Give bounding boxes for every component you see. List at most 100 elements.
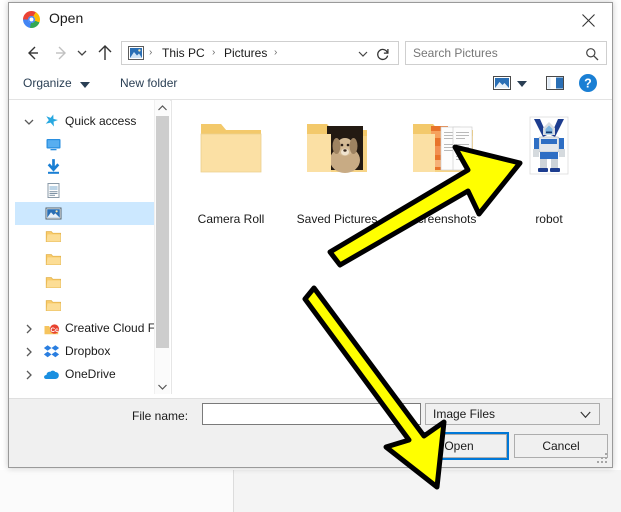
arrow-up-icon[interactable] bbox=[93, 41, 117, 65]
folder-icon bbox=[45, 277, 61, 288]
file-tile-label: Saved Pictures bbox=[296, 212, 378, 226]
navigation-bar: › This PC › Pictures › Search Pictures bbox=[9, 37, 612, 69]
dropbox-icon bbox=[43, 345, 60, 358]
organize-button[interactable]: Organize bbox=[23, 76, 72, 90]
cancel-button[interactable]: Cancel bbox=[514, 434, 608, 458]
sidebar-item-downloads[interactable] bbox=[15, 156, 161, 179]
scroll-up-glyph bbox=[158, 104, 167, 110]
chevron-right-icon[interactable] bbox=[24, 370, 34, 380]
back-glyph bbox=[28, 46, 38, 60]
robot-image-icon bbox=[529, 116, 569, 175]
scrollbar-thumb[interactable] bbox=[156, 116, 169, 348]
sidebar-item-folder[interactable] bbox=[15, 225, 161, 248]
empty-folder-icon bbox=[200, 124, 262, 173]
file-type-chevron-down-icon bbox=[580, 411, 591, 419]
folder-icon bbox=[45, 231, 61, 242]
sidebar-item-dropbox[interactable]: Dropbox bbox=[15, 340, 161, 363]
breadcrumb-pictures[interactable]: Pictures bbox=[224, 46, 267, 60]
dialog-titlebar[interactable]: Open bbox=[9, 3, 612, 37]
file-tile[interactable]: Screenshots bbox=[390, 112, 496, 228]
file-tile[interactable]: robot bbox=[496, 112, 602, 228]
arrow-right-icon[interactable] bbox=[49, 41, 73, 65]
organize-chevron-down-icon[interactable] bbox=[80, 82, 90, 89]
close-icon[interactable] bbox=[566, 3, 612, 36]
folder-icon bbox=[45, 300, 61, 311]
file-tile[interactable]: Camera Roll bbox=[178, 112, 284, 228]
sidebar-item-folder[interactable] bbox=[15, 294, 161, 317]
background-left-panel bbox=[0, 470, 233, 512]
view-chevron-down-icon[interactable] bbox=[517, 81, 527, 88]
dialog-footer: File name: Image Files Open Cancel bbox=[9, 398, 612, 467]
documents-photo-icon bbox=[413, 124, 473, 172]
chrome-icon bbox=[23, 11, 40, 28]
sidebar-item-onedrive[interactable]: OneDrive bbox=[15, 363, 161, 386]
file-tile-label: Screenshots bbox=[409, 212, 477, 226]
address-bar[interactable]: › This PC › Pictures › bbox=[121, 41, 399, 65]
up-glyph bbox=[98, 45, 112, 60]
background-right-panel bbox=[234, 470, 621, 512]
sidebar-item-label: Dropbox bbox=[65, 344, 111, 358]
resize-grip-icon[interactable] bbox=[596, 452, 608, 464]
sidebar-item-quick-access[interactable]: Quick access bbox=[15, 110, 161, 133]
sidebar-item-documents[interactable] bbox=[15, 179, 161, 202]
chevron-down-icon[interactable] bbox=[24, 117, 34, 127]
help-icon[interactable]: ? bbox=[578, 73, 598, 93]
onedrive-icon bbox=[44, 370, 59, 379]
sidebar-item-folder[interactable] bbox=[15, 271, 161, 294]
sidebar-item-creative-cloud-fil[interactable]: Cc Creative Cloud Fil bbox=[15, 317, 161, 340]
navigation-tree: Quick access Cc Creative Cloud Fil Dropbox O… bbox=[15, 100, 161, 386]
new-folder-button[interactable]: New folder bbox=[120, 76, 177, 90]
navigation-pane-scrollbar[interactable] bbox=[154, 100, 170, 394]
search-icon bbox=[586, 48, 599, 61]
sidebar-item-label: OneDrive bbox=[65, 367, 116, 381]
scroll-up-chevron-icon[interactable] bbox=[155, 100, 170, 115]
breadcrumb-separator-1: › bbox=[212, 47, 216, 58]
command-bar: Organize New folder ? bbox=[9, 69, 612, 100]
arrow-left-icon[interactable] bbox=[21, 41, 45, 65]
address-chevron-down-icon[interactable] bbox=[356, 48, 370, 60]
preview-pane-icon[interactable] bbox=[545, 74, 565, 92]
recent-locations-chevron-down-icon[interactable] bbox=[73, 41, 91, 65]
close-glyph bbox=[582, 14, 595, 27]
file-tile-label: Camera Roll bbox=[197, 212, 265, 226]
sidebar-item-folder[interactable] bbox=[15, 248, 161, 271]
search-input[interactable]: Search Pictures bbox=[405, 41, 607, 65]
sidebar-item-label: Creative Cloud Fil bbox=[65, 321, 161, 335]
breadcrumb-this-pc[interactable]: This PC bbox=[162, 46, 205, 60]
file-tile[interactable]: Saved Pictures bbox=[284, 112, 390, 228]
svg-text:?: ? bbox=[584, 77, 592, 91]
scroll-down-glyph bbox=[158, 384, 167, 390]
sidebar-item-desktop[interactable] bbox=[15, 133, 161, 156]
file-type-dropdown[interactable]: Image Files bbox=[425, 403, 600, 425]
breadcrumb-separator-0: › bbox=[149, 47, 153, 58]
refresh-icon[interactable] bbox=[375, 46, 391, 62]
folder-icon bbox=[45, 254, 61, 265]
star-pin-icon bbox=[45, 114, 58, 127]
breadcrumb-separator-2: › bbox=[274, 47, 278, 58]
file-name-label: File name: bbox=[132, 409, 189, 423]
sidebar-item-label: Quick access bbox=[65, 114, 137, 128]
chevron-right-icon[interactable] bbox=[24, 324, 34, 334]
pictures-folder-icon bbox=[128, 46, 144, 60]
scroll-down-chevron-icon[interactable] bbox=[155, 379, 170, 394]
desktop-icon bbox=[46, 139, 61, 151]
chevron-right-icon[interactable] bbox=[24, 347, 34, 357]
view-layout-icon[interactable] bbox=[492, 74, 512, 92]
navigation-pane: Quick access Cc Creative Cloud Fil Dropbox O… bbox=[15, 100, 161, 394]
forward-glyph bbox=[56, 46, 66, 60]
file-type-value: Image Files bbox=[433, 407, 496, 421]
open-file-dialog: Open › This PC › Pictures › Search Pictu… bbox=[8, 2, 613, 468]
pictures-icon bbox=[45, 207, 62, 220]
recent-glyph bbox=[77, 50, 87, 56]
creative-cloud-icon: Cc bbox=[44, 324, 60, 335]
dialog-body: Quick access Cc Creative Cloud Fil Dropbox O… bbox=[9, 100, 612, 399]
open-button[interactable]: Open bbox=[411, 434, 507, 458]
file-list-pane[interactable]: Camera Roll Saved Pictures Screenshots robo… bbox=[171, 100, 610, 394]
file-grid: Camera Roll Saved Pictures Screenshots robo… bbox=[172, 100, 610, 228]
search-placeholder: Search Pictures bbox=[413, 46, 498, 60]
file-name-input[interactable] bbox=[202, 403, 421, 425]
sidebar-item-pictures[interactable] bbox=[15, 202, 161, 225]
file-tile-label: robot bbox=[535, 212, 563, 226]
dog-photo-icon bbox=[307, 124, 367, 173]
downloads-icon bbox=[47, 159, 60, 174]
